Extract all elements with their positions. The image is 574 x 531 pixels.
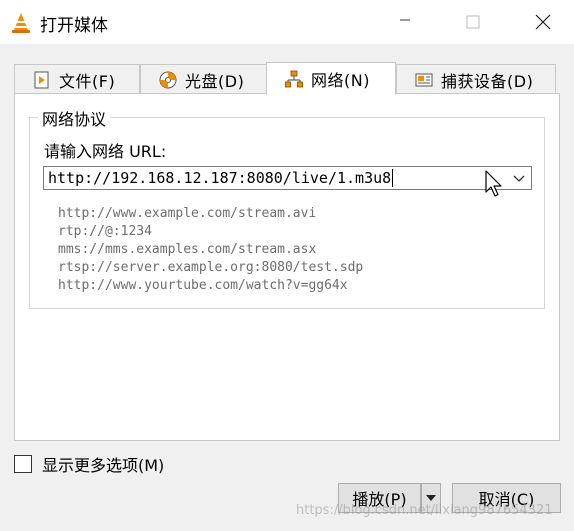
example-line: http://www.example.com/stream.avi (58, 206, 317, 221)
maximize-icon (466, 15, 480, 29)
text-caret (392, 169, 394, 187)
url-input[interactable]: http://192.168.12.187:8080/live/1.m3u8 (44, 169, 391, 187)
file-play-icon (34, 71, 49, 88)
capture-device-icon (415, 73, 433, 86)
disc-icon (159, 71, 177, 88)
title-bar: 打开媒体 (0, 0, 574, 44)
watermark: https://blog.csdn.net/lixiang987654321 (296, 503, 553, 518)
tab-label: 光盘(D) (185, 71, 245, 91)
url-combobox[interactable]: http://192.168.12.187:8080/live/1.m3u8 (43, 166, 532, 190)
tab-file[interactable]: 文件(F) (14, 64, 140, 94)
tab-label: 网络(N) (311, 71, 370, 90)
caret-down-icon (426, 495, 436, 501)
url-value: http://192.168.12.187:8080/live/1.m3u8 (48, 169, 392, 187)
tab-network[interactable]: 网络(N) (266, 62, 396, 95)
tab-label: 捕获设备(D) (441, 71, 534, 91)
minimize-icon (399, 14, 411, 30)
url-examples: http://www.example.com/stream.avi rtp://… (58, 205, 363, 295)
group-title: 网络协议 (38, 106, 111, 130)
mouse-cursor-icon (485, 170, 502, 197)
tab-disc[interactable]: 光盘(D) (140, 64, 267, 94)
show-more-label: 显示更多选项(M) (42, 456, 165, 475)
minimize-button[interactable] (382, 0, 428, 44)
network-icon (285, 70, 303, 88)
example-line: rtp://@:1234 (58, 224, 152, 239)
show-more-options[interactable]: 显示更多选项(M) (14, 452, 164, 476)
show-more-checkbox[interactable] (14, 455, 32, 473)
chevron-down-icon[interactable] (511, 170, 527, 186)
source-tabs: 文件(F) 光盘(D) 网络(N) 捕获设备(D) (14, 62, 556, 95)
tab-label: 文件(F) (59, 71, 116, 91)
vlc-cone-icon (12, 13, 30, 33)
window-title: 打开媒体 (40, 16, 108, 36)
close-button[interactable] (520, 0, 566, 44)
example-line: http://www.yourtube.com/watch?v=gg64x (58, 278, 348, 293)
example-line: rtsp://server.example.org:8080/test.sdp (58, 260, 364, 275)
close-icon (535, 14, 551, 30)
maximize-button[interactable] (450, 0, 496, 44)
tab-capture-device[interactable]: 捕获设备(D) (396, 64, 556, 94)
example-line: mms://mms.examples.com/stream.asx (58, 242, 317, 257)
url-label: 请输入网络 URL: (44, 142, 167, 161)
